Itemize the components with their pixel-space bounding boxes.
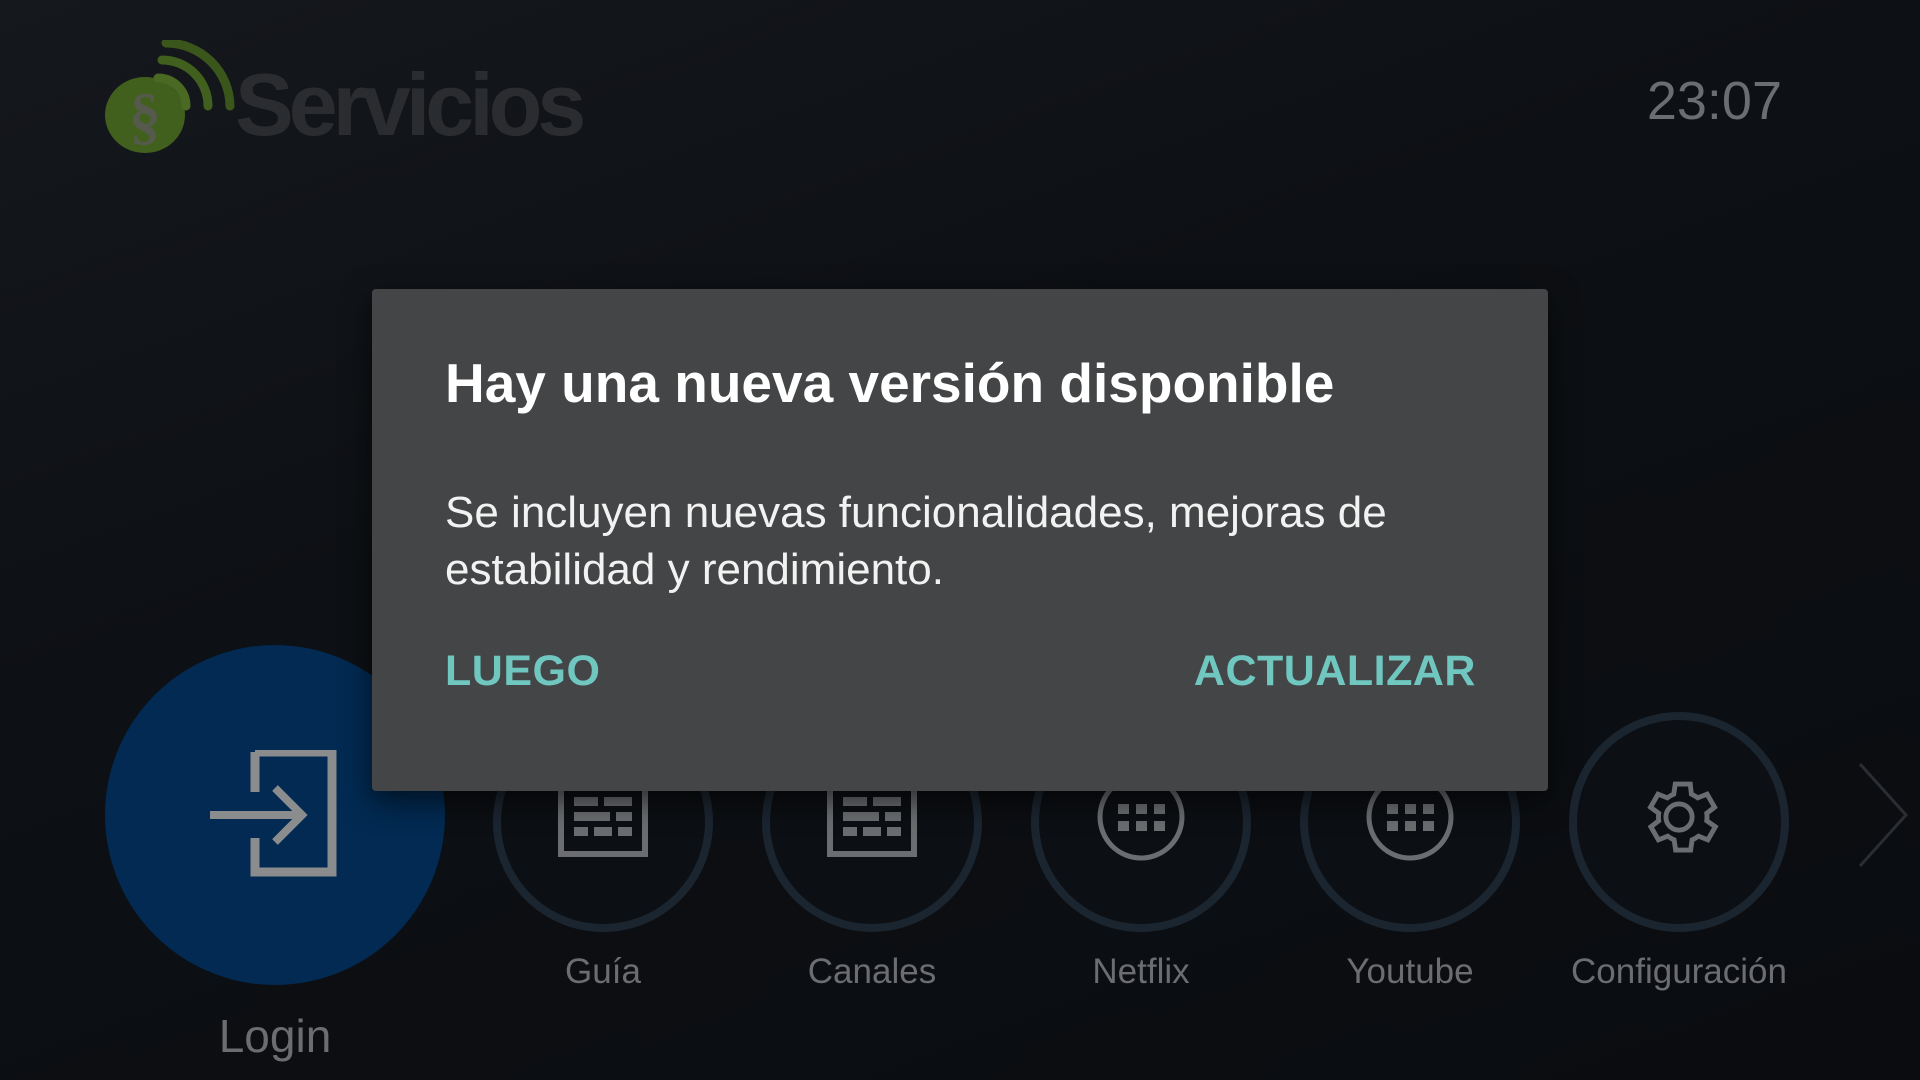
chevron-right-icon[interactable] [1852,760,1912,870]
later-button[interactable]: LUEGO [445,647,600,696]
menu-label-canales: Canales [807,952,937,991]
menu-label-guia: Guía [565,952,641,991]
update-dialog: Hay una nueva versión disponible Se incl… [372,289,1548,791]
menu-label-configuracion: Configuración [1571,952,1787,991]
update-button[interactable]: ACTUALIZAR [1194,647,1476,696]
menu-label-youtube: Youtube [1346,952,1474,991]
configuracion-circle[interactable] [1569,712,1789,932]
menu-label-login: Login [218,1010,332,1062]
gear-icon [1647,781,1719,853]
home-screen: § Servicios 23:07 Login Guía Canales Net… [0,0,1920,1080]
dialog-title: Hay una nueva versión disponible [445,352,1335,414]
menu-label-netflix: Netflix [1092,952,1190,991]
dialog-message: Se incluyen nuevas funcionalidades, mejo… [445,488,1387,594]
menu-item-configuracion[interactable]: Configuración [1569,712,1789,992]
login-icon [210,750,337,877]
